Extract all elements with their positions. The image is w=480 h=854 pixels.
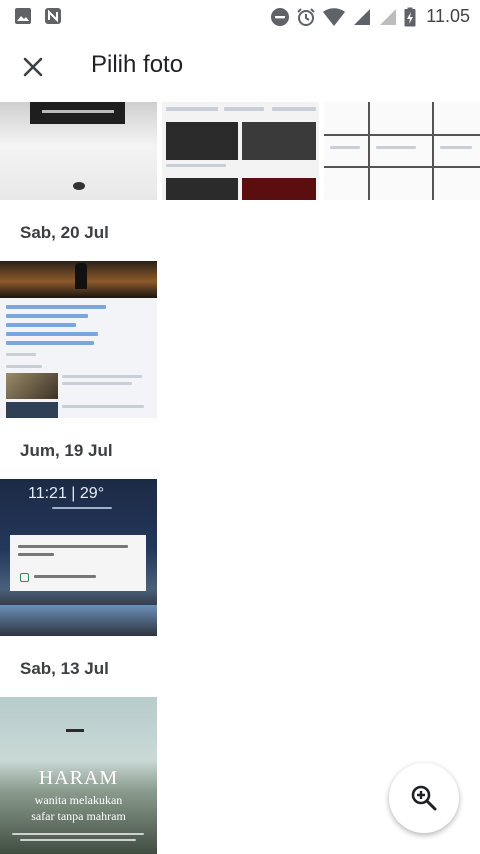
zoom-in-icon <box>411 785 437 811</box>
thumb-image <box>242 178 316 200</box>
do-not-disturb-icon <box>271 7 290 26</box>
close-icon <box>23 57 43 77</box>
section-date: Sab, 13 Jul <box>20 659 109 678</box>
app-bar: Pilih foto <box>0 32 480 102</box>
thumb-airplane <box>66 729 84 732</box>
thumb-haram-subtitle: wanita melakukan <box>34 793 123 807</box>
photo-thumbnail[interactable]: HARAM wanita melakukan safar tanpa mahra… <box>0 697 157 854</box>
photo-grid[interactable]: Sab, 20 Jul Jum, 19 Jul 11:21 | 29° Sab,… <box>0 102 480 854</box>
zoom-button[interactable] <box>389 763 459 833</box>
photo-thumbnail[interactable] <box>162 102 319 200</box>
thumb-banner-text <box>42 110 114 113</box>
photo-thumbnail[interactable] <box>0 261 157 418</box>
signal-icon <box>380 8 397 25</box>
close-button[interactable] <box>14 48 52 86</box>
battery-icon <box>404 7 416 26</box>
thumb-image <box>166 122 238 160</box>
n-icon <box>45 8 61 24</box>
section-date: Jum, 19 Jul <box>20 441 113 460</box>
alarm-icon <box>297 7 315 26</box>
thumb-lockscreen-time: 11:21 | 29° <box>28 485 105 502</box>
photo-thumbnail[interactable]: 11:21 | 29° <box>0 479 157 636</box>
thumb-video <box>6 402 58 418</box>
thumb-logo <box>73 182 85 190</box>
page-title: Pilih foto <box>91 51 184 78</box>
wifi-icon <box>323 7 346 26</box>
photo-thumbnail[interactable] <box>324 102 480 200</box>
clock: 11.05 <box>426 6 470 26</box>
section-date: Sab, 20 Jul <box>20 223 109 242</box>
thumb-dark-banner <box>30 102 125 124</box>
signal-icon <box>354 8 371 25</box>
status-bar: 11.05 <box>0 0 480 32</box>
thumb-haram-subtitle: safar tanpa mahram <box>31 809 126 823</box>
image-icon <box>15 8 31 24</box>
thumb-dialog <box>10 535 146 591</box>
photo-thumbnail[interactable] <box>0 102 157 200</box>
thumb-video <box>6 373 58 399</box>
thumb-haram-title: HARAM <box>38 767 119 789</box>
thumb-image <box>242 122 316 160</box>
thumb-image <box>166 178 238 200</box>
